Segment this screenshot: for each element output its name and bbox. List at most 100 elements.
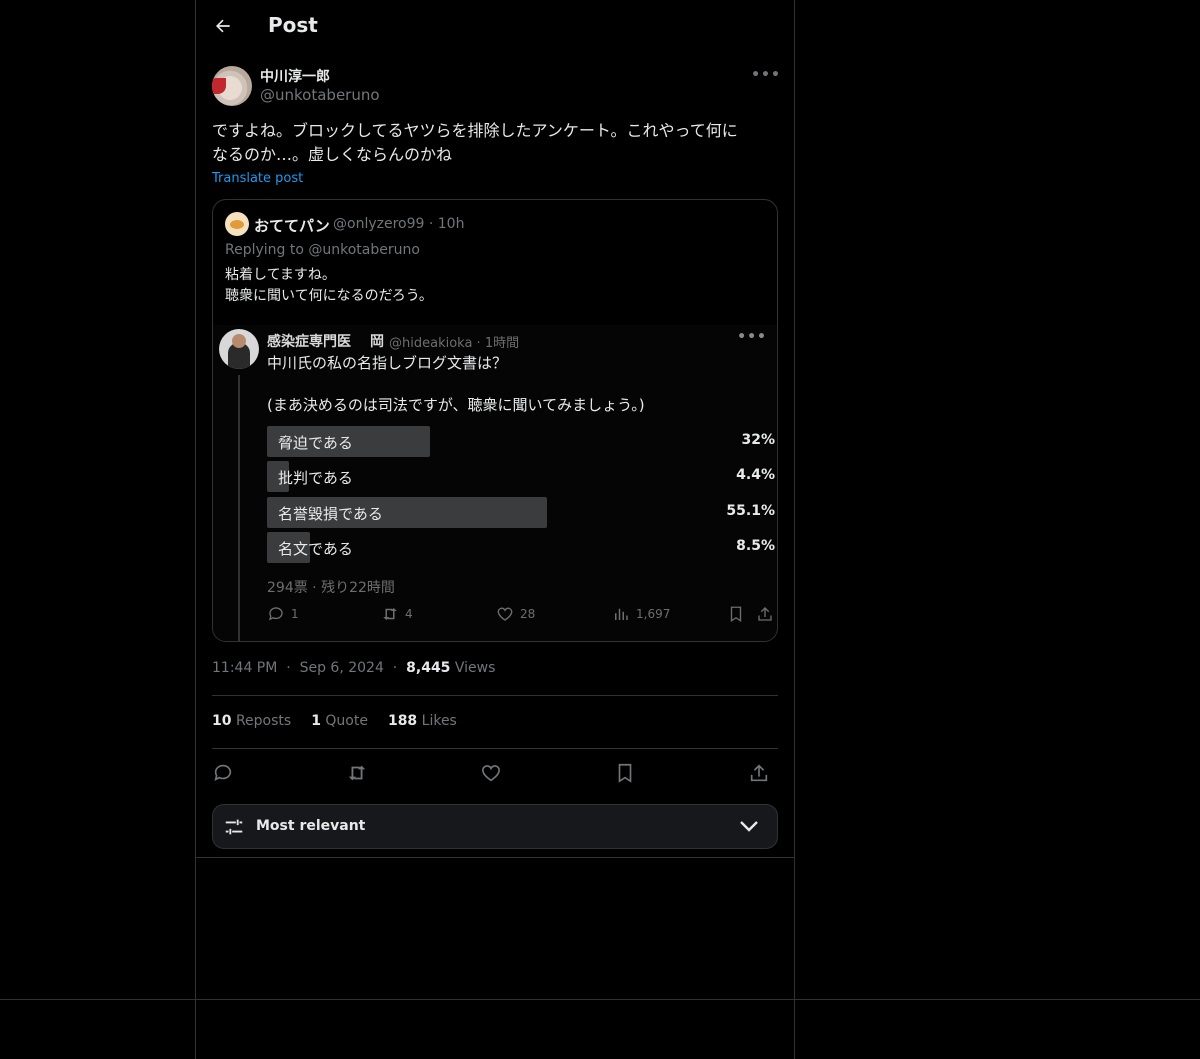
page-header: Post <box>196 0 794 54</box>
like-icon <box>497 607 513 621</box>
share-icon <box>758 607 772 621</box>
image-repost-count-text: 4 <box>405 607 413 621</box>
poll-percent: 55.1% <box>726 503 775 519</box>
meta-separator: · <box>281 660 296 676</box>
image-repost-count: 4 <box>381 605 413 623</box>
author-handle[interactable]: @unkotaberuno <box>260 86 380 104</box>
quote-text-line: 粘着してますね。 <box>225 267 336 283</box>
views-label: Views <box>454 660 496 676</box>
views-icon <box>615 608 628 620</box>
bookmark-button[interactable] <box>612 760 638 786</box>
more-button[interactable]: ••• <box>751 65 780 85</box>
page-title: Post <box>268 13 318 37</box>
poll-option: 脅迫である 32% <box>267 426 777 457</box>
thread-bottom-divider <box>196 857 794 858</box>
post-text-line: なるのか…。虚しくならんのかね <box>212 145 453 164</box>
post-text: ですよね。ブロックしてるヤツらを排除したアンケート。これやって何に なるのか…。… <box>212 119 778 167</box>
likes-link[interactable]: 188 Likes <box>388 713 457 729</box>
engagement-stats: 10 Reposts 1 Quote 188 Likes <box>212 713 457 729</box>
reposts-label: Reposts <box>235 713 292 729</box>
post-text-line: ですよね。ブロックしてるヤツらを排除したアンケート。これやって何に <box>212 121 738 140</box>
quote-text: 粘着してますね。 聴衆に聞いて何になるのだろう。 <box>225 265 433 307</box>
image-reply-count-text: 1 <box>291 607 299 621</box>
poll-label: 名文である <box>278 540 353 558</box>
image-author-meta: @hideakioka · 1時間 <box>389 336 520 351</box>
quote-avatar <box>225 212 249 236</box>
image-like-count: 28 <box>496 605 535 623</box>
sort-replies-dropdown[interactable]: Most relevant <box>212 804 778 849</box>
share-button[interactable] <box>746 760 772 786</box>
poll-percent: 4.4% <box>736 467 775 483</box>
avatar[interactable] <box>212 66 252 106</box>
quotes-label: Quote <box>325 713 368 729</box>
bookmark-icon <box>730 606 742 623</box>
back-arrow-icon <box>216 19 230 33</box>
quote-author-name: おててパン <box>254 217 330 235</box>
quote-meta: @onlyzero99 · 10h <box>333 216 465 232</box>
quotes-link[interactable]: 1 Quote <box>311 713 368 729</box>
image-avatar <box>219 329 259 369</box>
image-like-count-text: 28 <box>520 607 536 621</box>
reply-icon <box>268 607 283 621</box>
author-name[interactable]: 中川淳一郎 <box>260 66 330 86</box>
image-author-name-2: 岡 <box>370 334 384 350</box>
reposts-link[interactable]: 10 Reposts <box>212 713 291 729</box>
quote-replying-to: Replying to @unkotaberuno <box>225 242 420 258</box>
likes-label: Likes <box>421 713 457 729</box>
poll-label: 批判である <box>278 469 353 487</box>
poll-label: 脅迫である <box>278 434 353 452</box>
left-column-border <box>195 0 196 1059</box>
divider <box>212 748 778 749</box>
image-author-name: 感染症専門医 <box>267 334 351 350</box>
back-button[interactable] <box>210 13 236 39</box>
image-text-line: 中川氏の私の名指しブログ文書は？ <box>267 354 508 372</box>
poll-option: 名文である 8.5% <box>267 532 777 563</box>
share-icon <box>750 764 768 782</box>
image-more-icon: ••• <box>737 329 767 345</box>
views-count: 8,445 <box>406 660 451 676</box>
divider <box>212 695 778 696</box>
meta-separator: · <box>388 660 402 676</box>
thread-line <box>238 375 240 641</box>
bottom-divider <box>0 999 1200 1000</box>
poll-percent: 32% <box>741 432 775 448</box>
likes-count: 188 <box>387 713 418 729</box>
image-reply-count: 1 <box>267 605 299 623</box>
post-date[interactable]: Sep 6, 2024 <box>300 660 384 676</box>
quoted-post[interactable]: おててパン @onlyzero99 · 10h Replying to @unk… <box>212 199 778 642</box>
main-column: Post 中川淳一郎 @unkotaberuno ••• ですよね。ブロックして… <box>196 0 794 858</box>
poll-label: 名誉毀損である <box>278 505 383 523</box>
image-share <box>756 605 774 623</box>
sort-label: Most relevant <box>256 818 366 834</box>
post-author: 中川淳一郎 @unkotaberuno ••• <box>212 65 780 107</box>
repost-icon <box>383 608 397 620</box>
image-views-count-text: 1,697 <box>636 607 671 621</box>
poll-option: 批判である 4.4% <box>267 461 777 492</box>
more-icon: ••• <box>751 67 781 83</box>
image-text-line: (まあ決めるのは司法ですが、聴衆に聞いてみましょう。) <box>267 396 645 414</box>
like-icon <box>481 765 501 782</box>
reply-icon <box>214 764 232 781</box>
translate-link[interactable]: Translate post <box>212 171 303 186</box>
sliders-icon <box>225 819 243 835</box>
image-views-count: 1,697 <box>612 605 670 623</box>
post-timestamp: 11:44 PM · Sep 6, 2024 · 8,445 Views <box>212 660 495 676</box>
poll-option: 名誉毀損である 55.1% <box>267 497 777 528</box>
poll-percent: 8.5% <box>736 538 775 554</box>
quotes-count: 1 <box>311 713 321 729</box>
image-bookmark <box>727 605 745 623</box>
bookmark-icon <box>618 763 632 783</box>
right-column-border <box>794 0 795 1059</box>
poll-footer: 294票 · 残り22時間 <box>267 580 395 596</box>
post-actions <box>212 760 778 786</box>
reply-button[interactable] <box>210 760 236 786</box>
reposts-count: 10 <box>212 713 232 729</box>
like-button[interactable] <box>478 760 504 786</box>
chevron-down-icon <box>740 821 758 832</box>
quote-text-line: 聴衆に聞いて何になるのだろう。 <box>225 288 433 304</box>
repost-icon <box>348 765 366 781</box>
image-actions: 1 4 28 1,697 <box>267 605 777 629</box>
post-time[interactable]: 11:44 PM <box>212 660 277 676</box>
repost-button[interactable] <box>344 760 370 786</box>
quote-image: 感染症専門医 岡 @hideakioka · 1時間 ••• 中川氏の私の名指し… <box>213 325 777 641</box>
